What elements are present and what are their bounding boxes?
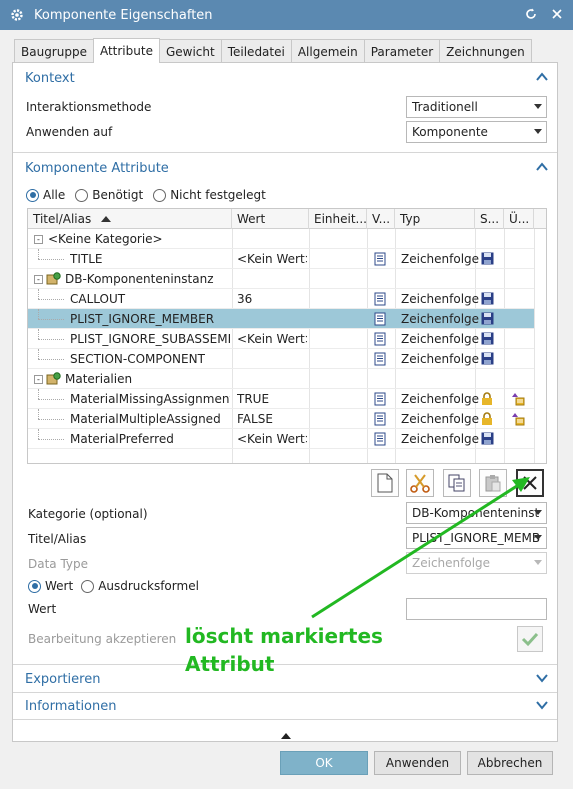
annotation-text: löscht markiertes Attribut (185, 622, 383, 678)
ok-button[interactable]: OK (280, 751, 368, 775)
tab-attribute[interactable]: Attribute (92, 38, 160, 63)
apply-button[interactable]: Anwenden (374, 751, 461, 775)
collapse-up-icon[interactable] (281, 733, 291, 739)
cancel-button[interactable]: Abbrechen (467, 751, 553, 775)
annotation-line: Attribut (185, 652, 275, 676)
annotation-line: löscht markiertes (185, 624, 383, 648)
